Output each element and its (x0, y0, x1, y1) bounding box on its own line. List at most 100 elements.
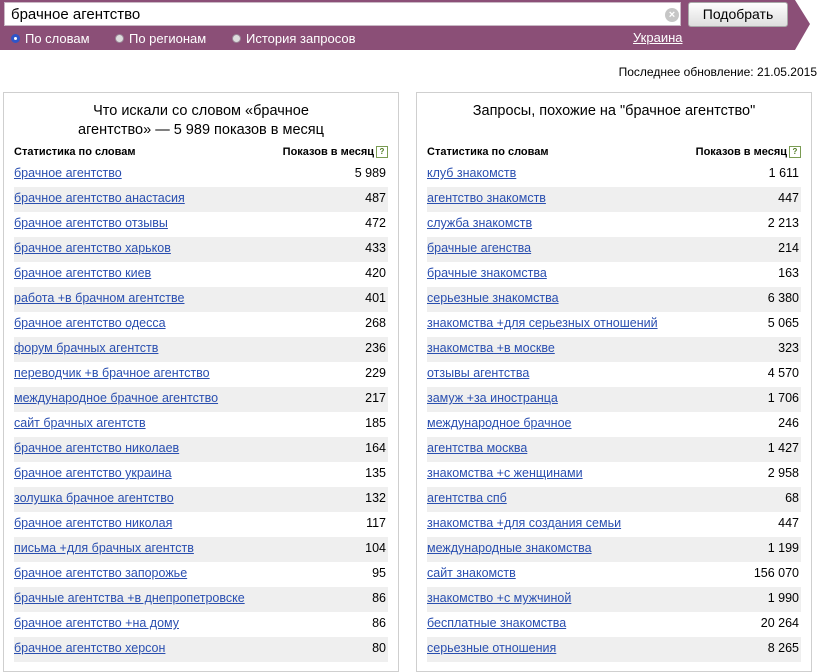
row-phrase-link[interactable]: международные знакомства (427, 541, 592, 555)
panel-title: Что искали со словом «брачное агентство»… (78, 103, 324, 138)
table-row: брачные агентства +в днепропетровске 86 (14, 587, 388, 612)
row-count: 5 065 (767, 316, 799, 330)
row-count: 1 706 (767, 391, 799, 405)
search-input[interactable]: брачное агентство × (4, 2, 681, 26)
help-icon[interactable]: ? (789, 146, 801, 158)
row-phrase-link[interactable]: форум брачных агентств (14, 341, 158, 355)
row-phrase-link[interactable]: работа +в брачном агентстве (14, 291, 185, 305)
row-count: 1 990 (767, 591, 799, 605)
table-row: форум брачных агентств 236 (14, 337, 388, 362)
submit-button[interactable]: Подобрать (688, 2, 788, 27)
row-count: 217 (365, 391, 386, 405)
col-count-label: Показов в месяц (695, 146, 787, 158)
table-row: брачное агентство +на дому 86 (14, 612, 388, 637)
table-row: знакомства +в москве 323 (427, 337, 801, 362)
row-phrase-link[interactable]: международное брачное агентство (14, 391, 218, 405)
row-phrase-link[interactable]: клуб знакомств (427, 166, 516, 180)
mode-label: История запросов (246, 30, 356, 46)
help-icon[interactable]: ? (376, 146, 388, 158)
table-row: брачное агентство отзывы 472 (14, 212, 388, 237)
row-count: 8 265 (767, 641, 799, 655)
radio-icon (115, 33, 124, 43)
row-count: 229 (365, 366, 386, 380)
row-phrase-link[interactable]: переводчик +в брачное агентство (14, 366, 210, 380)
row-phrase-link[interactable]: брачное агентство украина (14, 466, 172, 480)
row-phrase-link[interactable]: замуж +за иностранца (427, 391, 558, 405)
table-row: служба знакомств 2 213 (427, 212, 801, 237)
table-row: письма +для брачных агентств 104 (14, 537, 388, 562)
row-phrase-link[interactable]: знакомства +для создания семьи (427, 516, 621, 530)
row-phrase-link[interactable]: международное брачное (427, 416, 571, 430)
row-phrase-link[interactable]: брачные агентства +в днепропетровске (14, 591, 245, 605)
row-count: 132 (365, 491, 386, 505)
row-phrase-link[interactable]: брачное агентство киев (14, 266, 151, 280)
col-count-header: Показов в месяц? (696, 146, 801, 158)
row-phrase-link[interactable]: брачное агентство харьков (14, 241, 171, 255)
table-row: брачное агентство одесса 268 (14, 312, 388, 337)
row-count: 163 (778, 266, 799, 280)
mode-label: По словам (25, 30, 90, 46)
mode-by-words[interactable]: По словам (11, 30, 90, 46)
region-link[interactable]: Украина (633, 30, 683, 45)
row-count: 135 (365, 466, 386, 480)
row-count: 236 (365, 341, 386, 355)
row-count: 4 570 (767, 366, 799, 380)
row-phrase-link[interactable]: брачное агентство запорожье (14, 566, 187, 580)
search-query-text[interactable]: брачное агентство (11, 6, 140, 23)
left-rows: брачное агентство 5 989 брачное агентство … (14, 162, 388, 662)
table-row: клуб знакомств 1 611 (427, 162, 801, 187)
table-row: брачное агентство харьков 433 (14, 237, 388, 262)
table-row: международное брачное агентство 217 (14, 387, 388, 412)
row-phrase-link[interactable]: золушка брачное агентство (14, 491, 174, 505)
row-count: 401 (365, 291, 386, 305)
row-phrase-link[interactable]: бесплатные знакомства (427, 616, 566, 630)
row-phrase-link[interactable]: знакомства +с женщинами (427, 466, 583, 480)
table-row: международные знакомства 1 199 (427, 537, 801, 562)
table-row: бесплатные знакомства 20 264 (427, 612, 801, 637)
row-count: 433 (365, 241, 386, 255)
row-phrase-link[interactable]: знакомства +для серьезных отношений (427, 316, 658, 330)
row-phrase-link[interactable]: письма +для брачных агентств (14, 541, 194, 555)
mode-label: По регионам (129, 30, 207, 46)
table-row: брачное агентство николаев 164 (14, 437, 388, 462)
column-header: Статистика по словам Показов в месяц? (14, 146, 388, 162)
row-phrase-link[interactable]: брачное агентство николаев (14, 441, 179, 455)
row-count: 86 (372, 591, 386, 605)
row-phrase-link[interactable]: сайт знакомств (427, 566, 516, 580)
row-phrase-link[interactable]: знакомства +в москве (427, 341, 555, 355)
clear-icon[interactable]: × (665, 8, 679, 22)
table-row: знакомства +для серьезных отношений 5 065 (427, 312, 801, 337)
row-phrase-link[interactable]: брачное агентство анастасия (14, 191, 185, 205)
table-row: знакомства +для создания семьи 447 (427, 512, 801, 537)
row-phrase-link[interactable]: серьезные отношения (427, 641, 556, 655)
row-phrase-link[interactable]: агентства спб (427, 491, 507, 505)
row-phrase-link[interactable]: брачное агентство отзывы (14, 216, 168, 230)
row-count: 1 427 (767, 441, 799, 455)
row-phrase-link[interactable]: знакомство +с мужчиной (427, 591, 571, 605)
row-phrase-link[interactable]: агентства москва (427, 441, 527, 455)
row-phrase-link[interactable]: брачное агентство +на дому (14, 616, 179, 630)
row-count: 80 (372, 641, 386, 655)
row-phrase-link[interactable]: брачное агентство херсон (14, 641, 165, 655)
mode-history[interactable]: История запросов (232, 30, 356, 46)
col-phrase-header: Статистика по словам (427, 146, 549, 158)
col-phrase-header: Статистика по словам (14, 146, 136, 158)
row-phrase-link[interactable]: отзывы агентства (427, 366, 529, 380)
row-phrase-link[interactable]: брачное агентство (14, 166, 122, 180)
row-count: 487 (365, 191, 386, 205)
row-phrase-link[interactable]: серьезные знакомства (427, 291, 559, 305)
row-count: 323 (778, 341, 799, 355)
row-phrase-link[interactable]: агентство знакомств (427, 191, 546, 205)
row-phrase-link[interactable]: брачное агентство одесса (14, 316, 166, 330)
column-header: Статистика по словам Показов в месяц? (427, 146, 801, 162)
row-phrase-link[interactable]: брачные знакомства (427, 266, 547, 280)
table-row: брачное агентство запорожье 95 (14, 562, 388, 587)
table-row: знакомство +с мужчиной 1 990 (427, 587, 801, 612)
row-phrase-link[interactable]: служба знакомств (427, 216, 532, 230)
row-phrase-link[interactable]: сайт брачных агентств (14, 416, 146, 430)
row-phrase-link[interactable]: брачные агенства (427, 241, 531, 255)
mode-by-regions[interactable]: По регионам (115, 30, 206, 46)
table-row: сайт знакомств 156 070 (427, 562, 801, 587)
row-phrase-link[interactable]: брачное агентство николая (14, 516, 172, 530)
row-count: 86 (372, 616, 386, 630)
